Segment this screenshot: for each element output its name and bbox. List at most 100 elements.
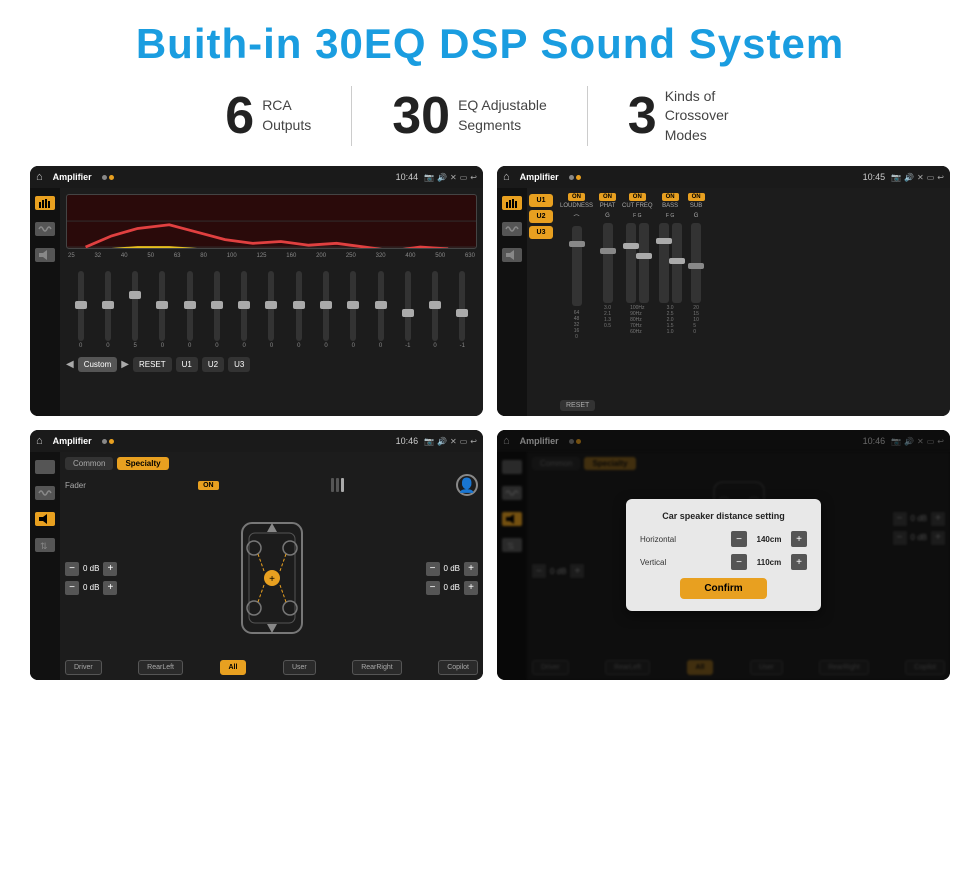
sub-slider[interactable] xyxy=(691,223,701,303)
home-icon-2[interactable]: ⌂ xyxy=(503,171,510,183)
db-plus-btn-3[interactable]: + xyxy=(464,562,478,576)
fader-tabs: Common Specialty xyxy=(65,457,478,470)
db-plus-btn-1[interactable]: + xyxy=(103,562,117,576)
db-minus-btn-4[interactable]: − xyxy=(426,581,440,595)
eq-u1-btn[interactable]: U1 xyxy=(176,357,198,372)
horizontal-control: − 140cm + xyxy=(731,531,807,547)
eq-slider-12: 0 xyxy=(368,271,393,349)
status-dot-2 xyxy=(109,175,114,180)
vertical-label: Vertical xyxy=(640,558,700,567)
crossover-reset-btn[interactable]: RESET xyxy=(560,400,595,411)
camera-icon-3: 📷 xyxy=(424,437,434,446)
topbar-dots xyxy=(102,175,114,180)
channel-phat: ON PHAT G 3.02.11.30.5 xyxy=(599,193,616,392)
screen2-time: 10:45 xyxy=(863,172,886,182)
confirm-button[interactable]: Confirm xyxy=(680,578,766,599)
cutfreq-slider-g[interactable] xyxy=(639,223,649,303)
eq-slider-15: -1 xyxy=(450,271,475,349)
db-minus-btn-1[interactable]: − xyxy=(65,562,79,576)
horizontal-plus-btn[interactable]: + xyxy=(791,531,807,547)
rearright-btn[interactable]: RearRight xyxy=(352,660,402,675)
vertical-plus-btn[interactable]: + xyxy=(791,554,807,570)
fader-tab-common[interactable]: Common xyxy=(65,457,113,470)
screen1-title: Amplifier xyxy=(53,172,92,182)
bass-on[interactable]: ON xyxy=(662,193,679,201)
db-plus-btn-2[interactable]: + xyxy=(103,581,117,595)
status-dot-6 xyxy=(109,439,114,444)
preset-u1-btn[interactable]: U1 xyxy=(529,194,553,207)
user-btn[interactable]: User xyxy=(283,660,316,675)
vertical-minus-btn[interactable]: − xyxy=(731,554,747,570)
sub-on[interactable]: ON xyxy=(688,193,705,201)
topbar-dots-2 xyxy=(569,175,581,180)
eq-next-arrow[interactable]: ▶ xyxy=(121,359,129,370)
home-icon[interactable]: ⌂ xyxy=(36,171,43,183)
sub-label: SUB xyxy=(690,203,702,209)
crossover-channels-area: ON LOUDNESS ⌒ 64 48 32 16 0 xyxy=(555,188,950,416)
eq-labels: 2532 4050 6380 100125 160200 250320 4005… xyxy=(66,253,477,259)
sidebar-wave-icon-3[interactable] xyxy=(35,486,55,500)
sidebar-arrows-icon[interactable]: ⇅ xyxy=(35,538,55,552)
minus-icon: ▭ xyxy=(460,173,468,182)
phat-slider[interactable] xyxy=(603,223,613,303)
preset-u2-btn[interactable]: U2 xyxy=(529,210,553,223)
x-icon-3: ✕ xyxy=(450,437,457,446)
eq-slider-8: 0 xyxy=(259,271,284,349)
eq-u3-btn[interactable]: U3 xyxy=(228,357,250,372)
screen1-content: 2532 4050 6380 100125 160200 250320 4005… xyxy=(30,188,483,416)
horizontal-minus-btn[interactable]: − xyxy=(731,531,747,547)
sidebar-eq-icon[interactable] xyxy=(35,196,55,210)
sidebar-speaker-icon-3[interactable] xyxy=(35,512,55,526)
cutfreq-label: CUT FREQ xyxy=(622,203,653,209)
car-diagram-svg: + xyxy=(227,518,317,638)
cutfreq-slider-f[interactable] xyxy=(626,223,636,303)
eq-bottom-bar: ◀ Custom ▶ RESET U1 U2 U3 xyxy=(66,357,477,372)
eq-u2-btn[interactable]: U2 xyxy=(202,357,224,372)
loudness-slider[interactable] xyxy=(572,226,582,306)
sidebar-wave-icon-2[interactable] xyxy=(502,222,522,236)
copilot-btn[interactable]: Copilot xyxy=(438,660,478,675)
sidebar-speaker-icon[interactable] xyxy=(35,248,55,262)
phat-on[interactable]: ON xyxy=(599,193,616,201)
eq-main: 2532 4050 6380 100125 160200 250320 4005… xyxy=(60,188,483,416)
stat-eq: 30 EQ Adjustable Segments xyxy=(352,90,587,142)
eq-prev-arrow[interactable]: ◀ xyxy=(66,359,74,370)
fader-tab-specialty[interactable]: Specialty xyxy=(117,457,168,470)
eq-custom-btn[interactable]: Custom xyxy=(78,357,118,372)
sidebar-eq-icon-3[interactable] xyxy=(35,460,55,474)
x-icon: ✕ xyxy=(450,173,457,182)
driver-btn[interactable]: Driver xyxy=(65,660,102,675)
screen-crossover: ⌂ Amplifier 10:45 📷 🔊 ✕ ▭ ↩ xyxy=(497,166,950,416)
all-btn[interactable]: All xyxy=(220,660,247,675)
db-plus-btn-4[interactable]: + xyxy=(464,581,478,595)
eq-reset-btn[interactable]: RESET xyxy=(133,357,172,372)
topbar-dots-3 xyxy=(102,439,114,444)
svg-text:⇅: ⇅ xyxy=(40,541,48,550)
rearleft-btn[interactable]: RearLeft xyxy=(138,660,183,675)
home-icon-3[interactable]: ⌂ xyxy=(36,435,43,447)
horizontal-label: Horizontal xyxy=(640,535,700,544)
bass-slider-f[interactable] xyxy=(659,223,669,303)
preset-u3-btn[interactable]: U3 xyxy=(529,226,553,239)
screen-eq: ⌂ Amplifier 10:44 📷 🔊 ✕ ▭ ↩ xyxy=(30,166,483,416)
eq-slider-4: 0 xyxy=(150,271,175,349)
channel-cutfreq: ON CUT FREQ F G 100Hz9 xyxy=(622,193,653,392)
fader-person-icon: 👤 xyxy=(456,474,478,496)
fader-bottom-btns: Driver RearLeft All User RearRight Copil… xyxy=(65,660,478,675)
dialog-title: Car speaker distance setting xyxy=(640,511,807,521)
db-minus-btn-3[interactable]: − xyxy=(426,562,440,576)
cutfreq-on[interactable]: ON xyxy=(629,193,646,201)
topbar-icons-1: 📷 🔊 ✕ ▭ ↩ xyxy=(424,173,477,182)
sidebar-speaker-icon-2[interactable] xyxy=(502,248,522,262)
sidebar-eq-icon-2[interactable] xyxy=(502,196,522,210)
sidebar-wave-icon[interactable] xyxy=(35,222,55,236)
loudness-on[interactable]: ON xyxy=(568,193,585,201)
db-value-2: 0 dB xyxy=(83,583,99,592)
stat-rca-label: RCA Outputs xyxy=(262,96,311,135)
fader-on-badge[interactable]: ON xyxy=(198,481,219,490)
stat-crossover-number: 3 xyxy=(628,90,657,142)
bass-slider-g[interactable] xyxy=(672,223,682,303)
db-minus-btn-2[interactable]: − xyxy=(65,581,79,595)
screen-fader: ⌂ Amplifier 10:46 📷 🔊 ✕ ▭ ↩ xyxy=(30,430,483,680)
stats-row: 6 RCA Outputs 30 EQ Adjustable Segments … xyxy=(30,86,950,146)
